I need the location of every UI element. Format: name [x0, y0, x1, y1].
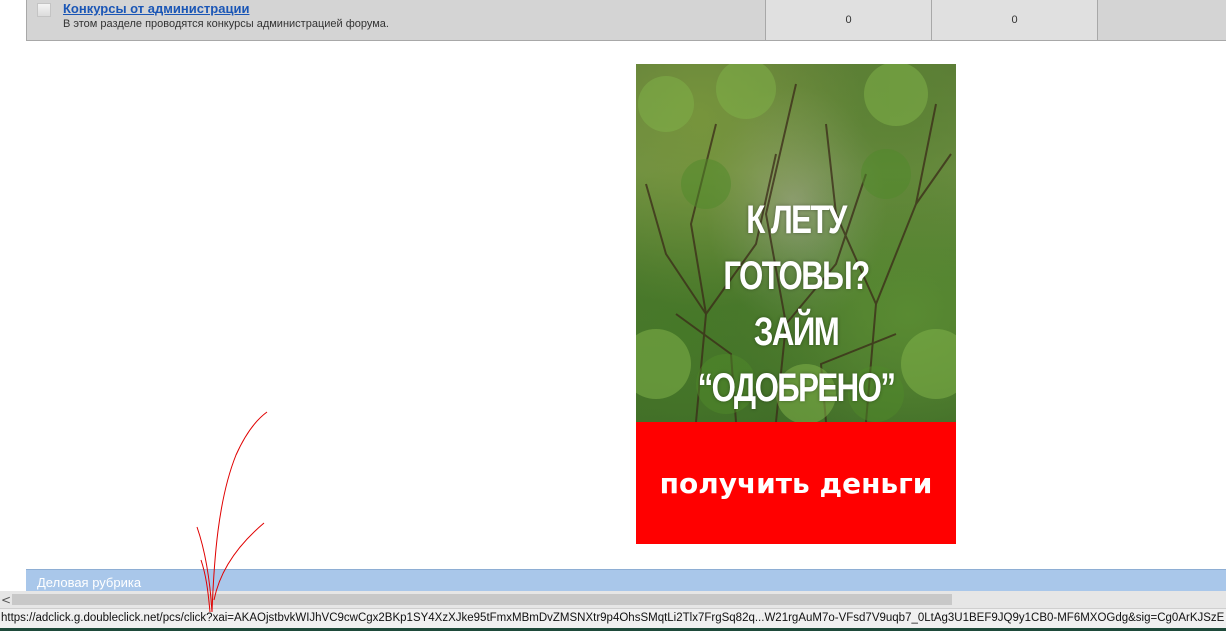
scrollbar-thumb[interactable]	[12, 594, 952, 605]
ad-headline-line1: К ЛЕТУ ГОТОВЫ?	[723, 198, 870, 298]
ad-banner[interactable]: К ЛЕТУ ГОТОВЫ? ЗАЙМ “ОДОБРЕНО” получить …	[636, 64, 956, 544]
forum-posts-count: 0	[931, 0, 1097, 40]
forum-row: Конкурсы от администрации В этом разделе…	[26, 0, 1226, 41]
forum-title-link[interactable]: Конкурсы от администрации	[63, 1, 249, 16]
forum-read-icon	[37, 3, 51, 17]
ad-trees-image: К ЛЕТУ ГОТОВЫ? ЗАЙМ “ОДОБРЕНО”	[636, 64, 956, 422]
section-header-label: Деловая рубрика	[37, 575, 142, 590]
forum-description: В этом разделе проводятся конкурсы админ…	[63, 18, 389, 30]
annotation-arrow-icon	[196, 411, 268, 613]
ad-headline: К ЛЕТУ ГОТОВЫ? ЗАЙМ “ОДОБРЕНО”	[671, 192, 921, 416]
ad-headline-line2: ЗАЙМ “ОДОБРЕНО”	[697, 310, 896, 410]
scroll-left-arrow-icon[interactable]: <	[0, 591, 12, 608]
horizontal-scrollbar[interactable]: <	[0, 591, 1226, 608]
ad-cta-button[interactable]: получить деньги	[636, 422, 956, 544]
forum-last-post-cell	[1097, 0, 1226, 40]
status-bar: https://adclick.g.doubleclick.net/pcs/cl…	[0, 608, 1226, 628]
forum-topics-count: 0	[765, 0, 931, 40]
section-header-bar: Деловая рубрика	[26, 569, 1226, 593]
status-link-url: https://adclick.g.doubleclick.net/pcs/cl…	[1, 612, 1225, 624]
